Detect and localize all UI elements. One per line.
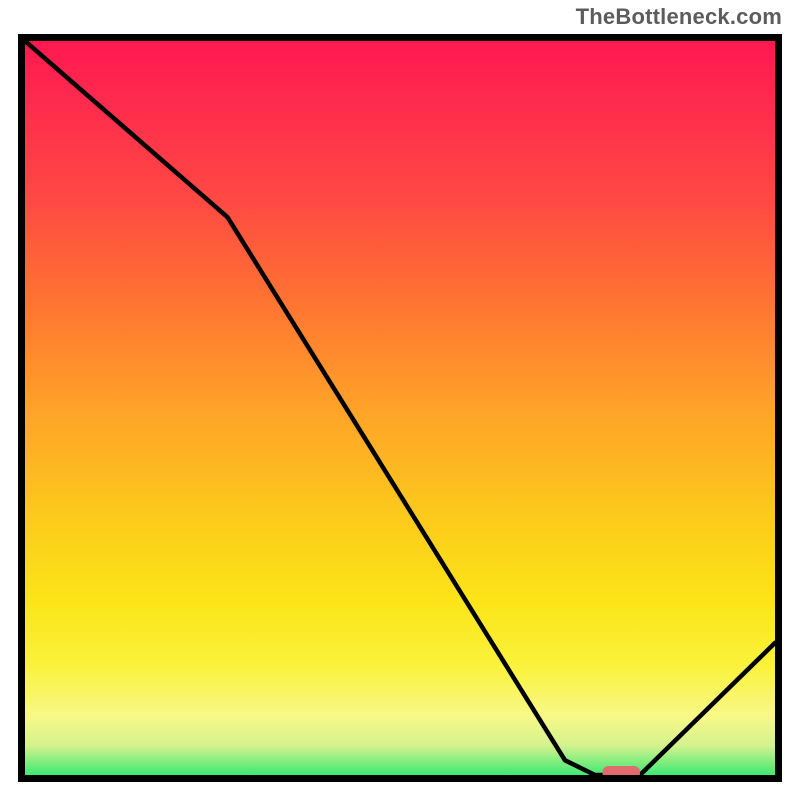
bottleneck-curve [25, 41, 775, 775]
optimal-region-marker [603, 766, 641, 775]
watermark-text: TheBottleneck.com [576, 4, 782, 30]
chart-frame [18, 34, 782, 782]
chart-plot [25, 41, 775, 775]
